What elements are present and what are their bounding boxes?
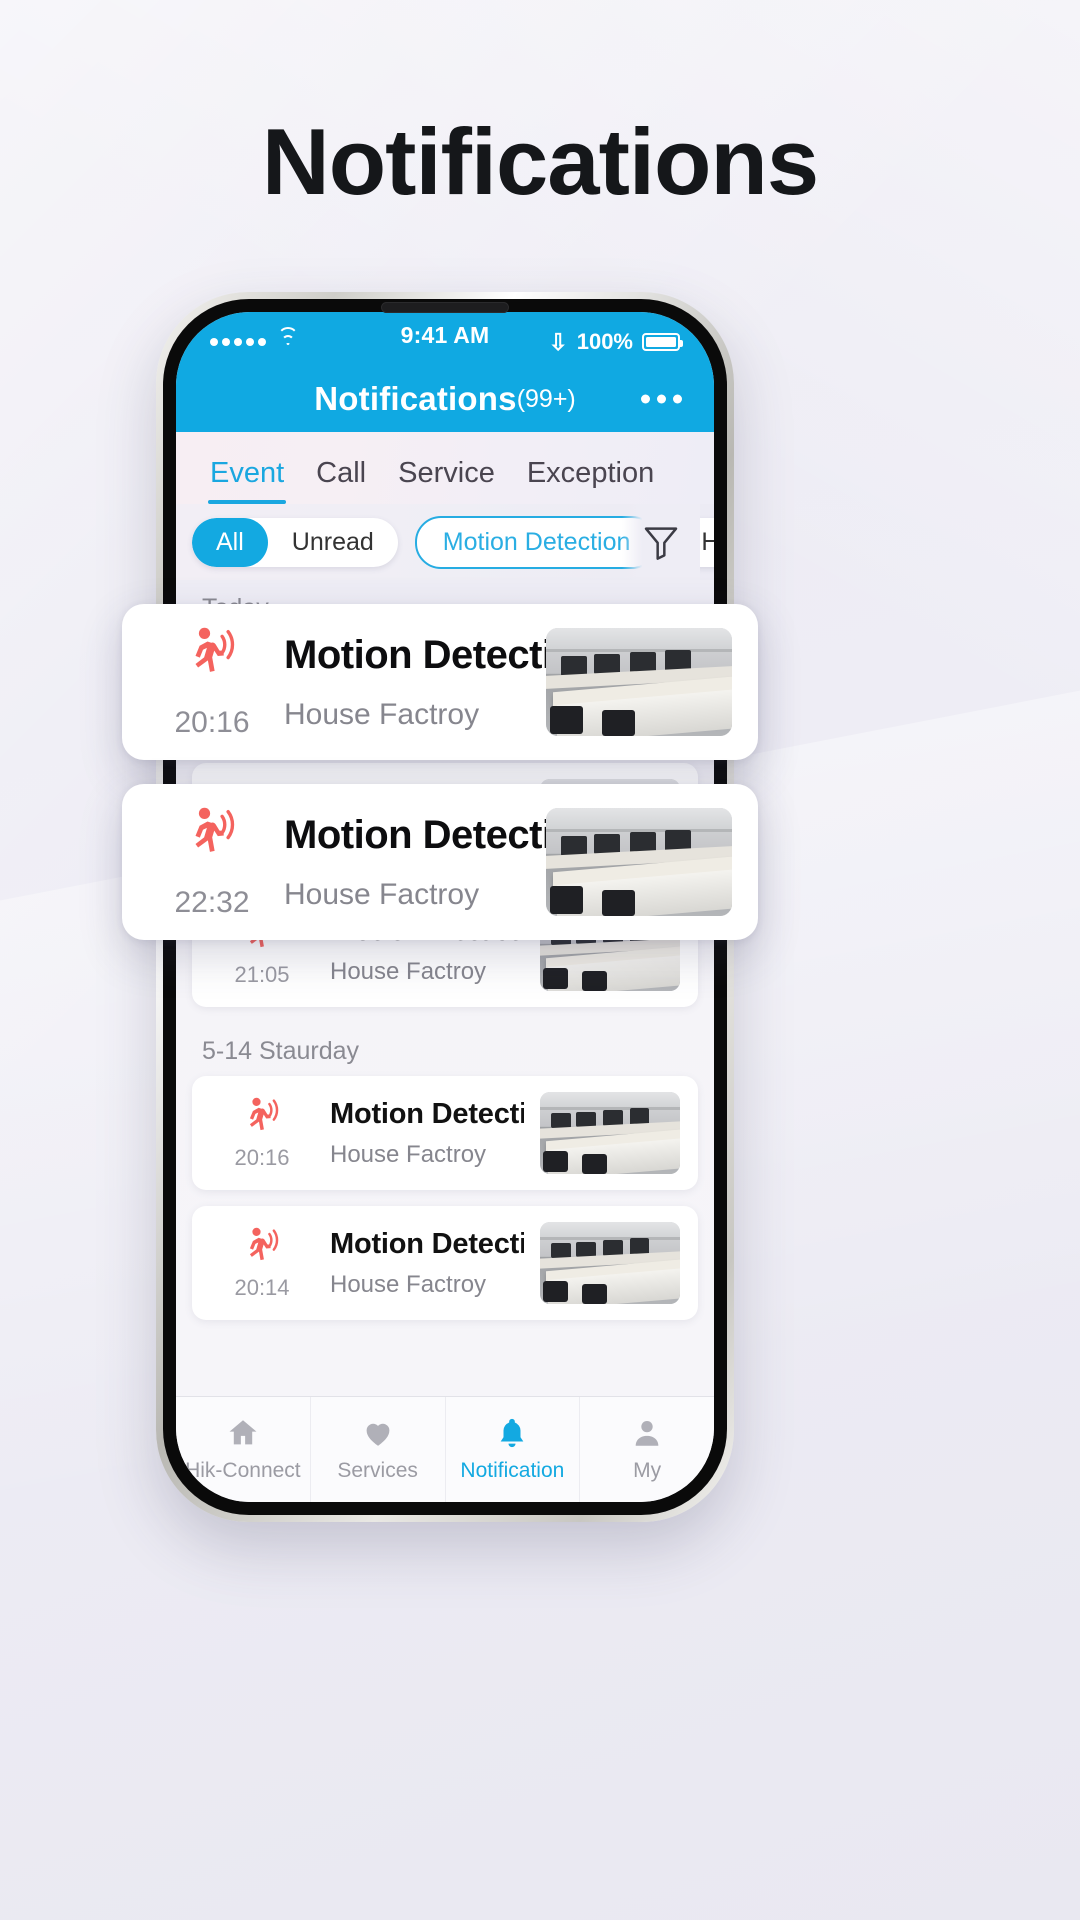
- item-icon-time: 20:14: [210, 1225, 314, 1301]
- item-text: Motion Detection... House Factroy: [330, 1228, 524, 1299]
- office-desks-thumbnail[interactable]: [540, 1092, 680, 1174]
- callout-text: Motion Detection... House Factroy: [276, 632, 633, 732]
- office-desks-thumbnail[interactable]: [546, 628, 732, 736]
- tab-bar-item-my[interactable]: My: [580, 1397, 714, 1502]
- battery-percent: 100%: [576, 329, 633, 354]
- item-icon-time: 20:16: [210, 1095, 314, 1171]
- tab-service[interactable]: Service: [382, 457, 511, 504]
- office-desks-thumbnail[interactable]: [546, 808, 732, 916]
- status-left: [210, 327, 298, 350]
- item-device: House Factroy: [330, 957, 487, 985]
- item-time: 20:16: [234, 1145, 290, 1170]
- bell-icon: [495, 1416, 529, 1450]
- category-tabs: Event Call Service Exception: [176, 432, 714, 504]
- tab-bar-item-hik-connect[interactable]: Hik-Connect: [176, 1397, 311, 1502]
- office-desks-thumbnail[interactable]: [540, 1222, 680, 1304]
- motion-detection-icon: [148, 624, 276, 684]
- callout-text: Motion Detection... House Factroy: [276, 812, 633, 912]
- nav-unread-count: (99+): [516, 384, 576, 413]
- bluetooth-icon: ⇩: [548, 328, 568, 355]
- callout-device: House Factroy: [284, 877, 480, 911]
- signal-dots-icon: [210, 338, 266, 346]
- list-item[interactable]: 20:16 Motion Detection... House Factroy: [192, 1076, 698, 1190]
- motion-detection-icon: [210, 1225, 314, 1269]
- item-title: Motion Detection...: [330, 1227, 524, 1260]
- item-time: 21:05: [234, 962, 290, 987]
- callout-icon-time: 20:16: [148, 624, 276, 740]
- battery-full-icon: [642, 333, 683, 351]
- callout-time: 22:32: [174, 886, 250, 919]
- more-horizontal-icon[interactable]: [641, 394, 682, 404]
- tab-exception[interactable]: Exception: [511, 457, 670, 504]
- motion-detection-icon: [148, 804, 276, 864]
- filter-chip-bar: All Unread Motion Detection Human Dete: [176, 504, 714, 580]
- item-device: House Factroy: [330, 1270, 487, 1298]
- heart-icon: [361, 1416, 395, 1450]
- callout-time: 20:16: [174, 706, 250, 739]
- read-state-segmented-control[interactable]: All Unread: [192, 517, 398, 567]
- person-icon: [630, 1416, 664, 1450]
- app-nav-bar: Notifications (99+): [176, 366, 714, 432]
- tab-bar-label: Services: [337, 1459, 418, 1482]
- status-right: ⇩ 100%: [548, 328, 683, 355]
- funnel-filter-icon[interactable]: [622, 504, 700, 580]
- item-title: Motion Detection...: [330, 1097, 524, 1130]
- nav-title: Notifications: [314, 380, 517, 417]
- status-bar: 9:41 AM ⇩ 100%: [176, 312, 714, 366]
- tab-bar-item-notification[interactable]: Notification: [446, 1397, 581, 1502]
- earpiece-speaker: [381, 302, 509, 313]
- page-title: Notifications: [261, 109, 819, 214]
- filter-all-button[interactable]: All: [192, 517, 268, 567]
- item-device: House Factroy: [330, 1140, 487, 1168]
- wifi-icon: [277, 327, 298, 350]
- tab-bar-label: Notification: [460, 1459, 565, 1482]
- status-time: 9:41 AM: [400, 322, 490, 348]
- callout-title: Motion Detection...: [284, 812, 633, 857]
- home-icon: [226, 1416, 260, 1450]
- callout-card-1[interactable]: 20:16 Motion Detection... House Factroy: [122, 604, 758, 760]
- tab-event[interactable]: Event: [194, 457, 300, 504]
- item-text: Motion Detection... House Factroy: [330, 1098, 524, 1169]
- section-label-saturday: 5-14 Staurday: [202, 1037, 360, 1065]
- tab-call[interactable]: Call: [300, 457, 382, 504]
- callout-card-2[interactable]: 22:32 Motion Detection... House Factroy: [122, 784, 758, 940]
- callout-device: House Factroy: [284, 697, 480, 731]
- tab-bar-label: Hik-Connect: [185, 1459, 301, 1482]
- item-time: 20:14: [234, 1275, 290, 1300]
- bottom-tab-bar: Hik-Connect Services Notification My: [176, 1396, 714, 1502]
- tab-bar-item-services[interactable]: Services: [311, 1397, 446, 1502]
- callout-title: Motion Detection...: [284, 632, 633, 677]
- list-item[interactable]: 20:14 Motion Detection... House Factroy: [192, 1206, 698, 1320]
- tab-bar-label: My: [633, 1459, 662, 1482]
- callout-icon-time: 22:32: [148, 804, 276, 920]
- filter-unread-button[interactable]: Unread: [268, 518, 398, 567]
- motion-detection-icon: [210, 1095, 314, 1139]
